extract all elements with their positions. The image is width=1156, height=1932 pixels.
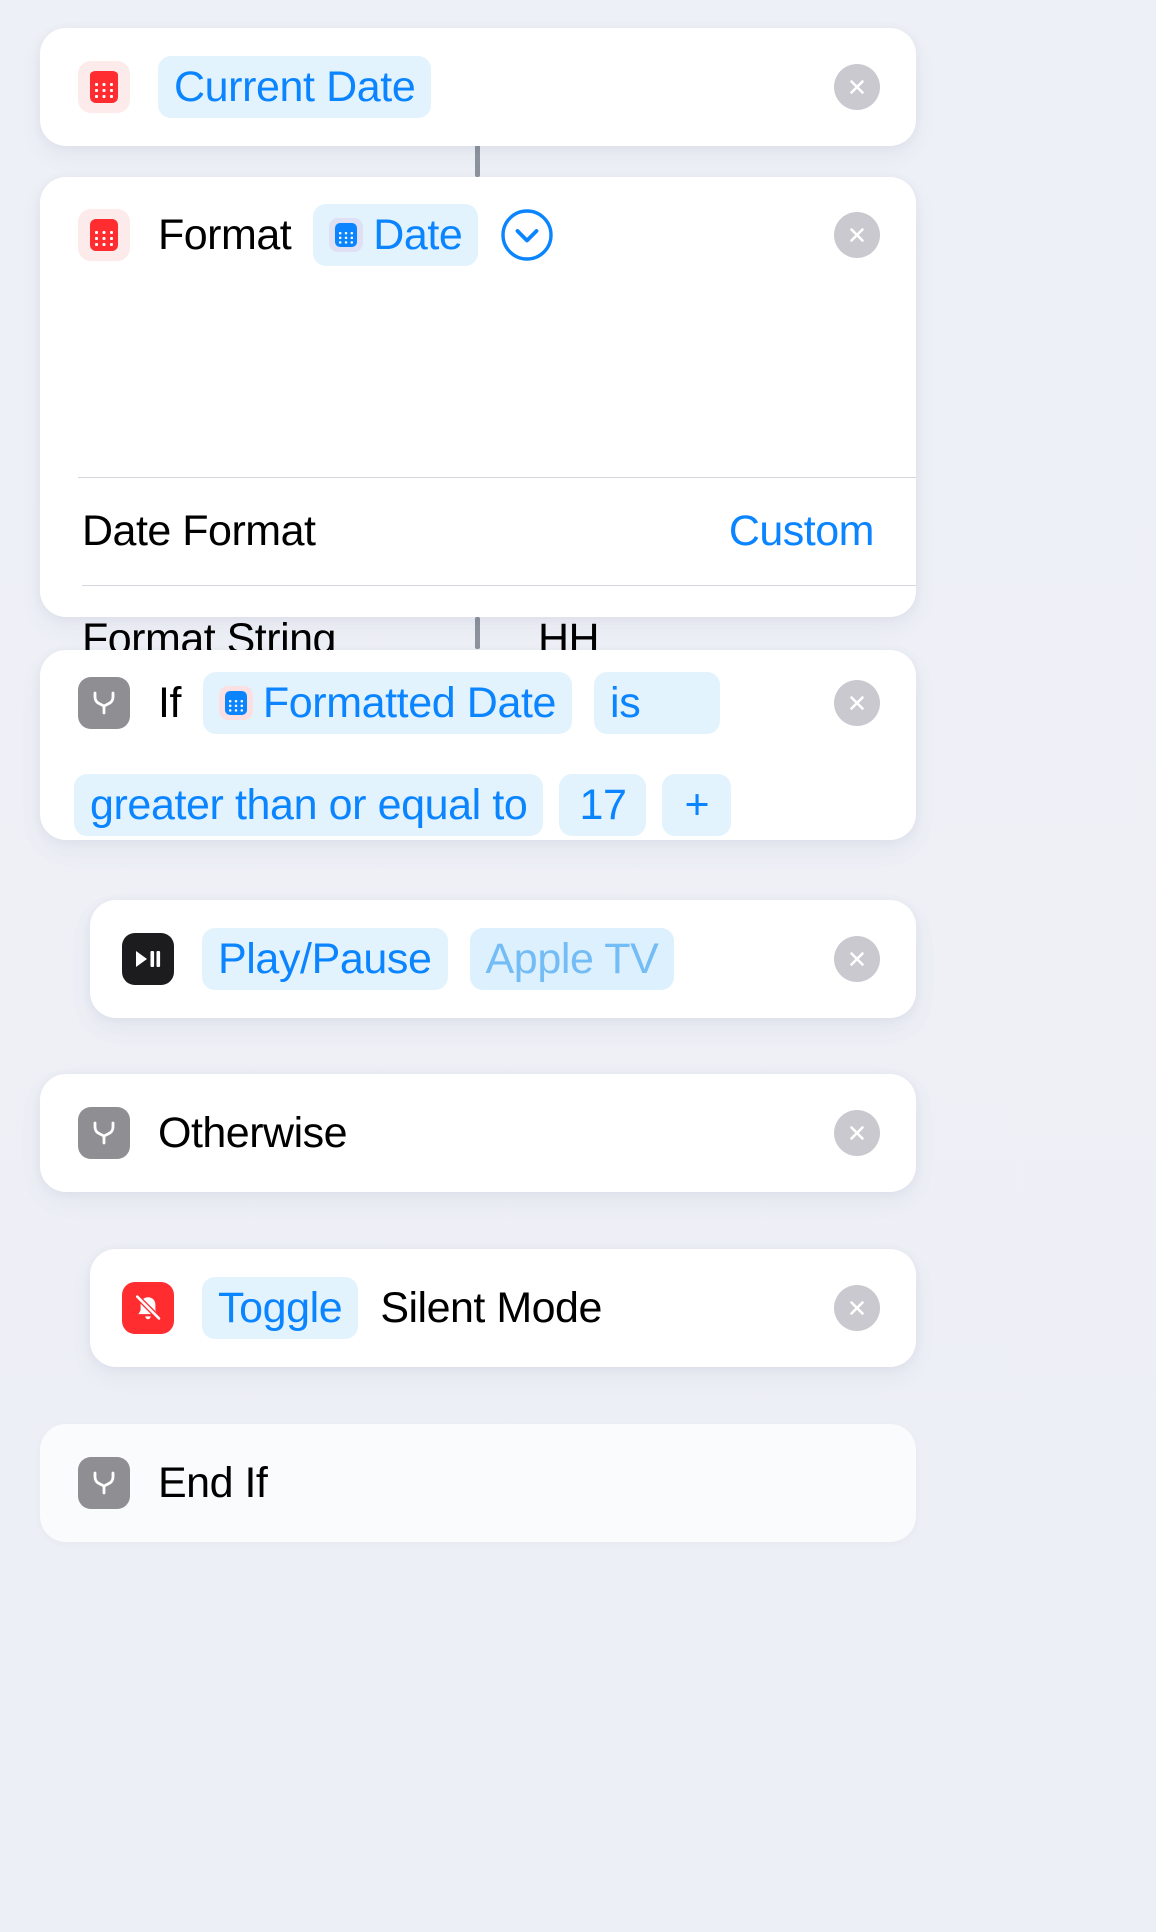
close-icon — [845, 947, 869, 971]
branch-icon — [78, 677, 130, 729]
calendar-icon — [78, 209, 130, 261]
branch-icon-glyph — [90, 1468, 118, 1498]
calendar-icon-glyph — [89, 70, 119, 104]
action-title-format: Format — [158, 211, 291, 260]
token-toggle[interactable]: Toggle — [202, 1277, 358, 1339]
token-comparison-value[interactable]: 17 — [559, 774, 646, 836]
token-play-pause[interactable]: Play/Pause — [202, 928, 448, 990]
detail-label: Date Format — [82, 507, 315, 556]
action-card-otherwise[interactable]: Otherwise — [40, 1074, 916, 1192]
remove-action-button[interactable] — [834, 1110, 880, 1156]
bell-slash-icon-glyph — [132, 1292, 164, 1324]
token-date[interactable]: Date — [313, 204, 478, 266]
token-apple-tv-device[interactable]: Apple TV — [470, 928, 675, 990]
action-title-otherwise: Otherwise — [158, 1109, 347, 1158]
close-icon — [845, 223, 869, 247]
action-card-if[interactable]: If — [40, 650, 916, 840]
calendar-icon-glyph — [334, 222, 358, 248]
action-card-play-pause[interactable]: Play/Pause Apple TV — [90, 900, 916, 1018]
token-current-date[interactable]: Current Date — [158, 56, 431, 118]
action-card-format-date[interactable]: Format — [40, 177, 916, 617]
calendar-icon-glyph — [224, 690, 248, 716]
remove-action-button[interactable] — [834, 212, 880, 258]
action-title-if: If — [158, 679, 181, 728]
branch-icon-glyph — [90, 688, 118, 718]
bell-slash-icon — [122, 1282, 174, 1334]
close-icon — [845, 1121, 869, 1145]
add-condition-button[interactable]: + — [662, 774, 731, 836]
token-date-label: Date — [373, 211, 462, 259]
remove-action-button[interactable] — [834, 936, 880, 982]
shortcut-editor-canvas: Current Date — [0, 0, 1156, 1932]
remove-action-button[interactable] — [834, 680, 880, 726]
play-pause-icon — [122, 933, 174, 985]
branch-icon-glyph — [90, 1118, 118, 1148]
remove-action-button[interactable] — [834, 1285, 880, 1331]
action-title-silent-mode: Silent Mode — [380, 1284, 602, 1333]
calendar-icon — [329, 218, 363, 252]
close-icon — [845, 75, 869, 99]
action-title-end-if: End If — [158, 1459, 267, 1508]
branch-icon — [78, 1107, 130, 1159]
action-card-toggle-silent-mode[interactable]: Toggle Silent Mode — [90, 1249, 916, 1367]
token-formatted-date[interactable]: Formatted Date — [203, 672, 572, 734]
calendar-icon-glyph — [89, 218, 119, 252]
if-condition-line-1: If — [40, 650, 916, 756]
remove-action-button[interactable] — [834, 64, 880, 110]
detail-value[interactable]: Custom — [729, 507, 874, 556]
detail-row-date-format[interactable]: Date Format Custom — [40, 478, 916, 585]
branch-icon — [78, 1457, 130, 1509]
calendar-icon — [219, 686, 253, 720]
action-card-end-if[interactable]: End If — [40, 1424, 916, 1542]
chevron-down-circle-icon[interactable] — [500, 208, 554, 262]
if-condition-line-2: greater than or equal to 17 + — [40, 756, 916, 854]
close-icon — [845, 691, 869, 715]
connector-line-1 — [475, 145, 480, 177]
calendar-icon — [78, 61, 130, 113]
token-condition-operator-is[interactable]: is — [594, 672, 720, 734]
close-icon — [845, 1296, 869, 1320]
token-comparison-operator[interactable]: greater than or equal to — [74, 774, 543, 836]
play-pause-icon-glyph — [133, 948, 163, 970]
token-formatted-date-label: Formatted Date — [263, 679, 556, 727]
action-card-current-date[interactable]: Current Date — [40, 28, 916, 146]
